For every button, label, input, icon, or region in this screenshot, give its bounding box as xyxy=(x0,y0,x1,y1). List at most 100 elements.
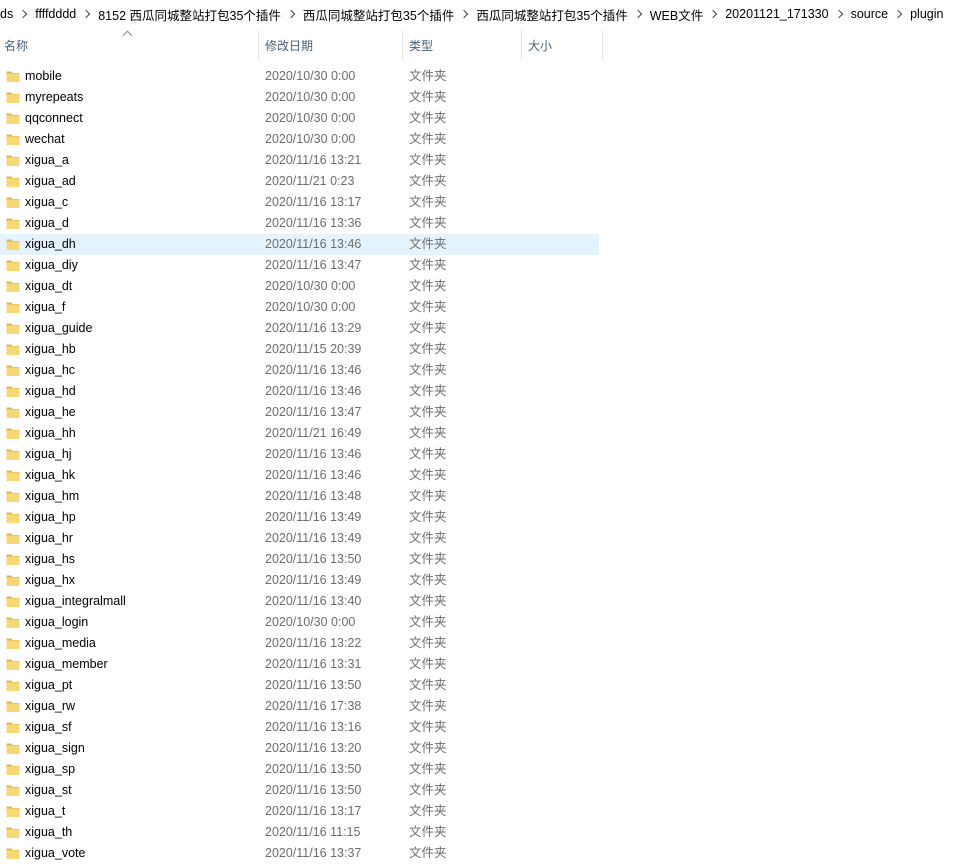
file-row[interactable]: xigua_sign 2020/11/16 13:20 文件夹 xyxy=(0,738,599,759)
breadcrumb-item[interactable]: 西瓜同城整站打包35个插件 xyxy=(470,5,633,24)
file-name: xigua_c xyxy=(25,195,69,209)
file-type: 文件夹 xyxy=(409,510,447,524)
file-row[interactable]: xigua_hh 2020/11/21 16:49 文件夹 xyxy=(0,423,599,444)
folder-icon xyxy=(6,237,20,251)
file-row[interactable]: mobile 2020/10/30 0:00 文件夹 xyxy=(0,66,599,87)
file-name: xigua_hd xyxy=(25,384,76,398)
file-row[interactable]: xigua_a 2020/11/16 13:21 文件夹 xyxy=(0,150,599,171)
folder-icon xyxy=(6,279,20,293)
column-header-name-label: 名称 xyxy=(4,39,29,53)
file-modified-date: 2020/11/16 13:47 xyxy=(265,405,362,419)
file-row[interactable]: xigua_media 2020/11/16 13:22 文件夹 xyxy=(0,633,599,654)
file-type: 文件夹 xyxy=(409,69,447,83)
file-row[interactable]: xigua_st 2020/11/16 13:50 文件夹 xyxy=(0,780,599,801)
folder-icon xyxy=(6,321,20,335)
folder-icon xyxy=(6,216,20,230)
file-modified-date: 2020/10/30 0:00 xyxy=(265,300,356,314)
file-type: 文件夹 xyxy=(409,825,447,839)
file-row[interactable]: xigua_login 2020/10/30 0:00 文件夹 xyxy=(0,612,599,633)
file-row[interactable]: xigua_hs 2020/11/16 13:50 文件夹 xyxy=(0,549,599,570)
file-row[interactable]: qqconnect 2020/10/30 0:00 文件夹 xyxy=(0,108,599,129)
file-modified-date: 2020/11/21 16:49 xyxy=(265,426,362,440)
folder-icon xyxy=(6,804,20,818)
file-name: xigua_media xyxy=(25,636,96,650)
file-type: 文件夹 xyxy=(409,573,447,587)
file-row[interactable]: wechat 2020/10/30 0:00 文件夹 xyxy=(0,129,599,150)
file-row[interactable]: xigua_hj 2020/11/16 13:46 文件夹 xyxy=(0,444,599,465)
breadcrumb-item[interactable]: 20201121_171330 xyxy=(719,7,834,21)
file-row[interactable]: xigua_hm 2020/11/16 13:48 文件夹 xyxy=(0,486,599,507)
column-header-size[interactable]: 大小 xyxy=(522,30,603,60)
file-row[interactable]: xigua_sp 2020/11/16 13:50 文件夹 xyxy=(0,759,599,780)
file-row[interactable]: myrepeats 2020/10/30 0:00 文件夹 xyxy=(0,87,599,108)
folder-icon xyxy=(6,174,20,188)
folder-icon xyxy=(6,657,20,671)
file-row[interactable]: xigua_c 2020/11/16 13:17 文件夹 xyxy=(0,192,599,213)
file-row[interactable]: xigua_hd 2020/11/16 13:46 文件夹 xyxy=(0,381,599,402)
breadcrumb-item[interactable]: ffffdddd xyxy=(29,7,82,21)
breadcrumb-item[interactable]: WEB文件 xyxy=(644,5,709,24)
file-modified-date: 2020/11/16 13:46 xyxy=(265,447,362,461)
column-header-name[interactable]: 名称 xyxy=(0,30,259,60)
file-row[interactable]: xigua_member 2020/11/16 13:31 文件夹 xyxy=(0,654,599,675)
column-header-date[interactable]: 修改日期 xyxy=(259,30,403,60)
column-header-type[interactable]: 类型 xyxy=(403,30,522,60)
file-modified-date: 2020/10/30 0:00 xyxy=(265,111,356,125)
file-row[interactable]: xigua_ad 2020/11/21 0:23 文件夹 xyxy=(0,171,599,192)
file-row[interactable]: xigua_hc 2020/11/16 13:46 文件夹 xyxy=(0,360,599,381)
file-name: xigua_f xyxy=(25,300,66,314)
file-row[interactable]: xigua_t 2020/11/16 13:17 文件夹 xyxy=(0,801,599,822)
file-type: 文件夹 xyxy=(409,426,447,440)
file-row[interactable]: xigua_he 2020/11/16 13:47 文件夹 xyxy=(0,402,599,423)
file-type: 文件夹 xyxy=(409,783,447,797)
chevron-right-icon[interactable] xyxy=(287,8,297,20)
file-modified-date: 2020/11/16 13:17 xyxy=(265,804,362,818)
file-type: 文件夹 xyxy=(409,636,447,650)
file-name: xigua_sf xyxy=(25,720,72,734)
file-row[interactable]: xigua_hx 2020/11/16 13:49 文件夹 xyxy=(0,570,599,591)
folder-icon xyxy=(6,783,20,797)
file-row[interactable]: xigua_vote 2020/11/16 13:37 文件夹 xyxy=(0,843,599,864)
file-modified-date: 2020/11/16 13:46 xyxy=(265,237,362,251)
file-list: mobile 2020/10/30 0:00 文件夹 myrepeats 2020/10… xyxy=(0,66,600,864)
chevron-right-icon[interactable] xyxy=(634,8,644,20)
file-row[interactable]: xigua_d 2020/11/16 13:36 文件夹 xyxy=(0,213,599,234)
file-type: 文件夹 xyxy=(409,489,447,503)
breadcrumb-item[interactable]: source xyxy=(845,7,895,21)
breadcrumb-item[interactable]: 8152 西瓜同城整站打包35个插件 xyxy=(92,5,287,24)
chevron-right-icon[interactable] xyxy=(82,8,92,20)
folder-icon xyxy=(6,699,20,713)
folder-icon xyxy=(6,195,20,209)
chevron-right-icon[interactable] xyxy=(709,8,719,20)
file-row[interactable]: xigua_pt 2020/11/16 13:50 文件夹 xyxy=(0,675,599,696)
file-row[interactable]: xigua_guide 2020/11/16 13:29 文件夹 xyxy=(0,318,599,339)
file-row[interactable]: xigua_sf 2020/11/16 13:16 文件夹 xyxy=(0,717,599,738)
file-row[interactable]: xigua_diy 2020/11/16 13:47 文件夹 xyxy=(0,255,599,276)
folder-icon xyxy=(6,342,20,356)
file-modified-date: 2020/11/16 13:22 xyxy=(265,636,362,650)
file-type: 文件夹 xyxy=(409,615,447,629)
file-row[interactable]: xigua_dh 2020/11/16 13:46 文件夹 xyxy=(0,234,599,255)
file-row[interactable]: xigua_th 2020/11/16 11:15 文件夹 xyxy=(0,822,599,843)
file-row[interactable]: xigua_hk 2020/11/16 13:46 文件夹 xyxy=(0,465,599,486)
file-row[interactable]: xigua_integralmall 2020/11/16 13:40 文件夹 xyxy=(0,591,599,612)
file-row[interactable]: xigua_hp 2020/11/16 13:49 文件夹 xyxy=(0,507,599,528)
breadcrumb-item[interactable]: plugin xyxy=(904,7,949,21)
folder-icon xyxy=(6,489,20,503)
chevron-right-icon[interactable] xyxy=(894,8,904,20)
file-row[interactable]: xigua_f 2020/10/30 0:00 文件夹 xyxy=(0,297,599,318)
file-type: 文件夹 xyxy=(409,300,447,314)
chevron-right-icon[interactable] xyxy=(19,8,29,20)
file-name: xigua_dh xyxy=(25,237,76,251)
chevron-right-icon[interactable] xyxy=(835,8,845,20)
file-row[interactable]: xigua_dt 2020/10/30 0:00 文件夹 xyxy=(0,276,599,297)
file-row[interactable]: xigua_rw 2020/11/16 17:38 文件夹 xyxy=(0,696,599,717)
file-row[interactable]: xigua_hr 2020/11/16 13:49 文件夹 xyxy=(0,528,599,549)
chevron-right-icon[interactable] xyxy=(460,8,470,20)
breadcrumb-item[interactable]: ds xyxy=(0,7,19,21)
file-row[interactable]: xigua_hb 2020/11/15 20:39 文件夹 xyxy=(0,339,599,360)
breadcrumb-item[interactable]: 西瓜同城整站打包35个插件 xyxy=(297,5,460,24)
file-modified-date: 2020/10/30 0:00 xyxy=(265,69,356,83)
file-name: qqconnect xyxy=(25,111,83,125)
folder-icon xyxy=(6,69,20,83)
